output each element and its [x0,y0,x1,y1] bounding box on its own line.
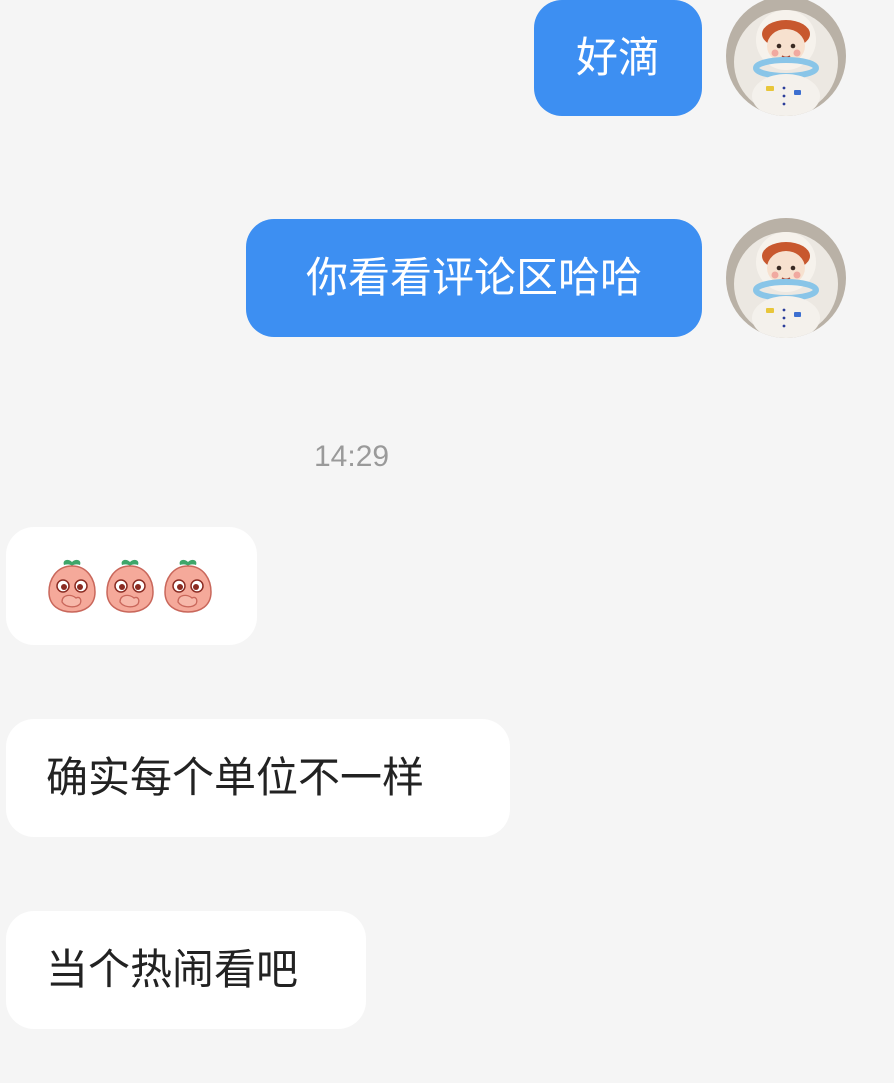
peach-cover-mouth-emoji-icon [164,559,212,613]
avatar[interactable] [726,218,846,338]
peach-cover-mouth-emoji-icon [106,559,154,613]
message-bubble-sent[interactable]: 你看看评论区哈哈 [246,219,702,337]
peach-cover-mouth-emoji-icon [48,559,96,613]
message-text: 确实每个单位不一样 [46,753,425,802]
message-bubble-sent[interactable]: 好滴 [534,0,702,116]
message-bubble-received[interactable]: 当个热闹看吧 [6,911,366,1029]
sticker-row [46,558,214,614]
message-bubble-received[interactable] [6,527,257,645]
message-text: 你看看评论区哈哈 [305,253,642,302]
message-timestamp: 14:29 [314,440,390,473]
message-text: 好滴 [575,33,660,82]
avatar[interactable] [726,0,846,116]
message-bubble-received[interactable]: 确实每个单位不一样 [6,719,510,837]
message-text: 当个热闹看吧 [46,945,299,994]
astronaut-doll-avatar-icon [726,218,846,338]
astronaut-doll-avatar-icon [726,0,846,116]
